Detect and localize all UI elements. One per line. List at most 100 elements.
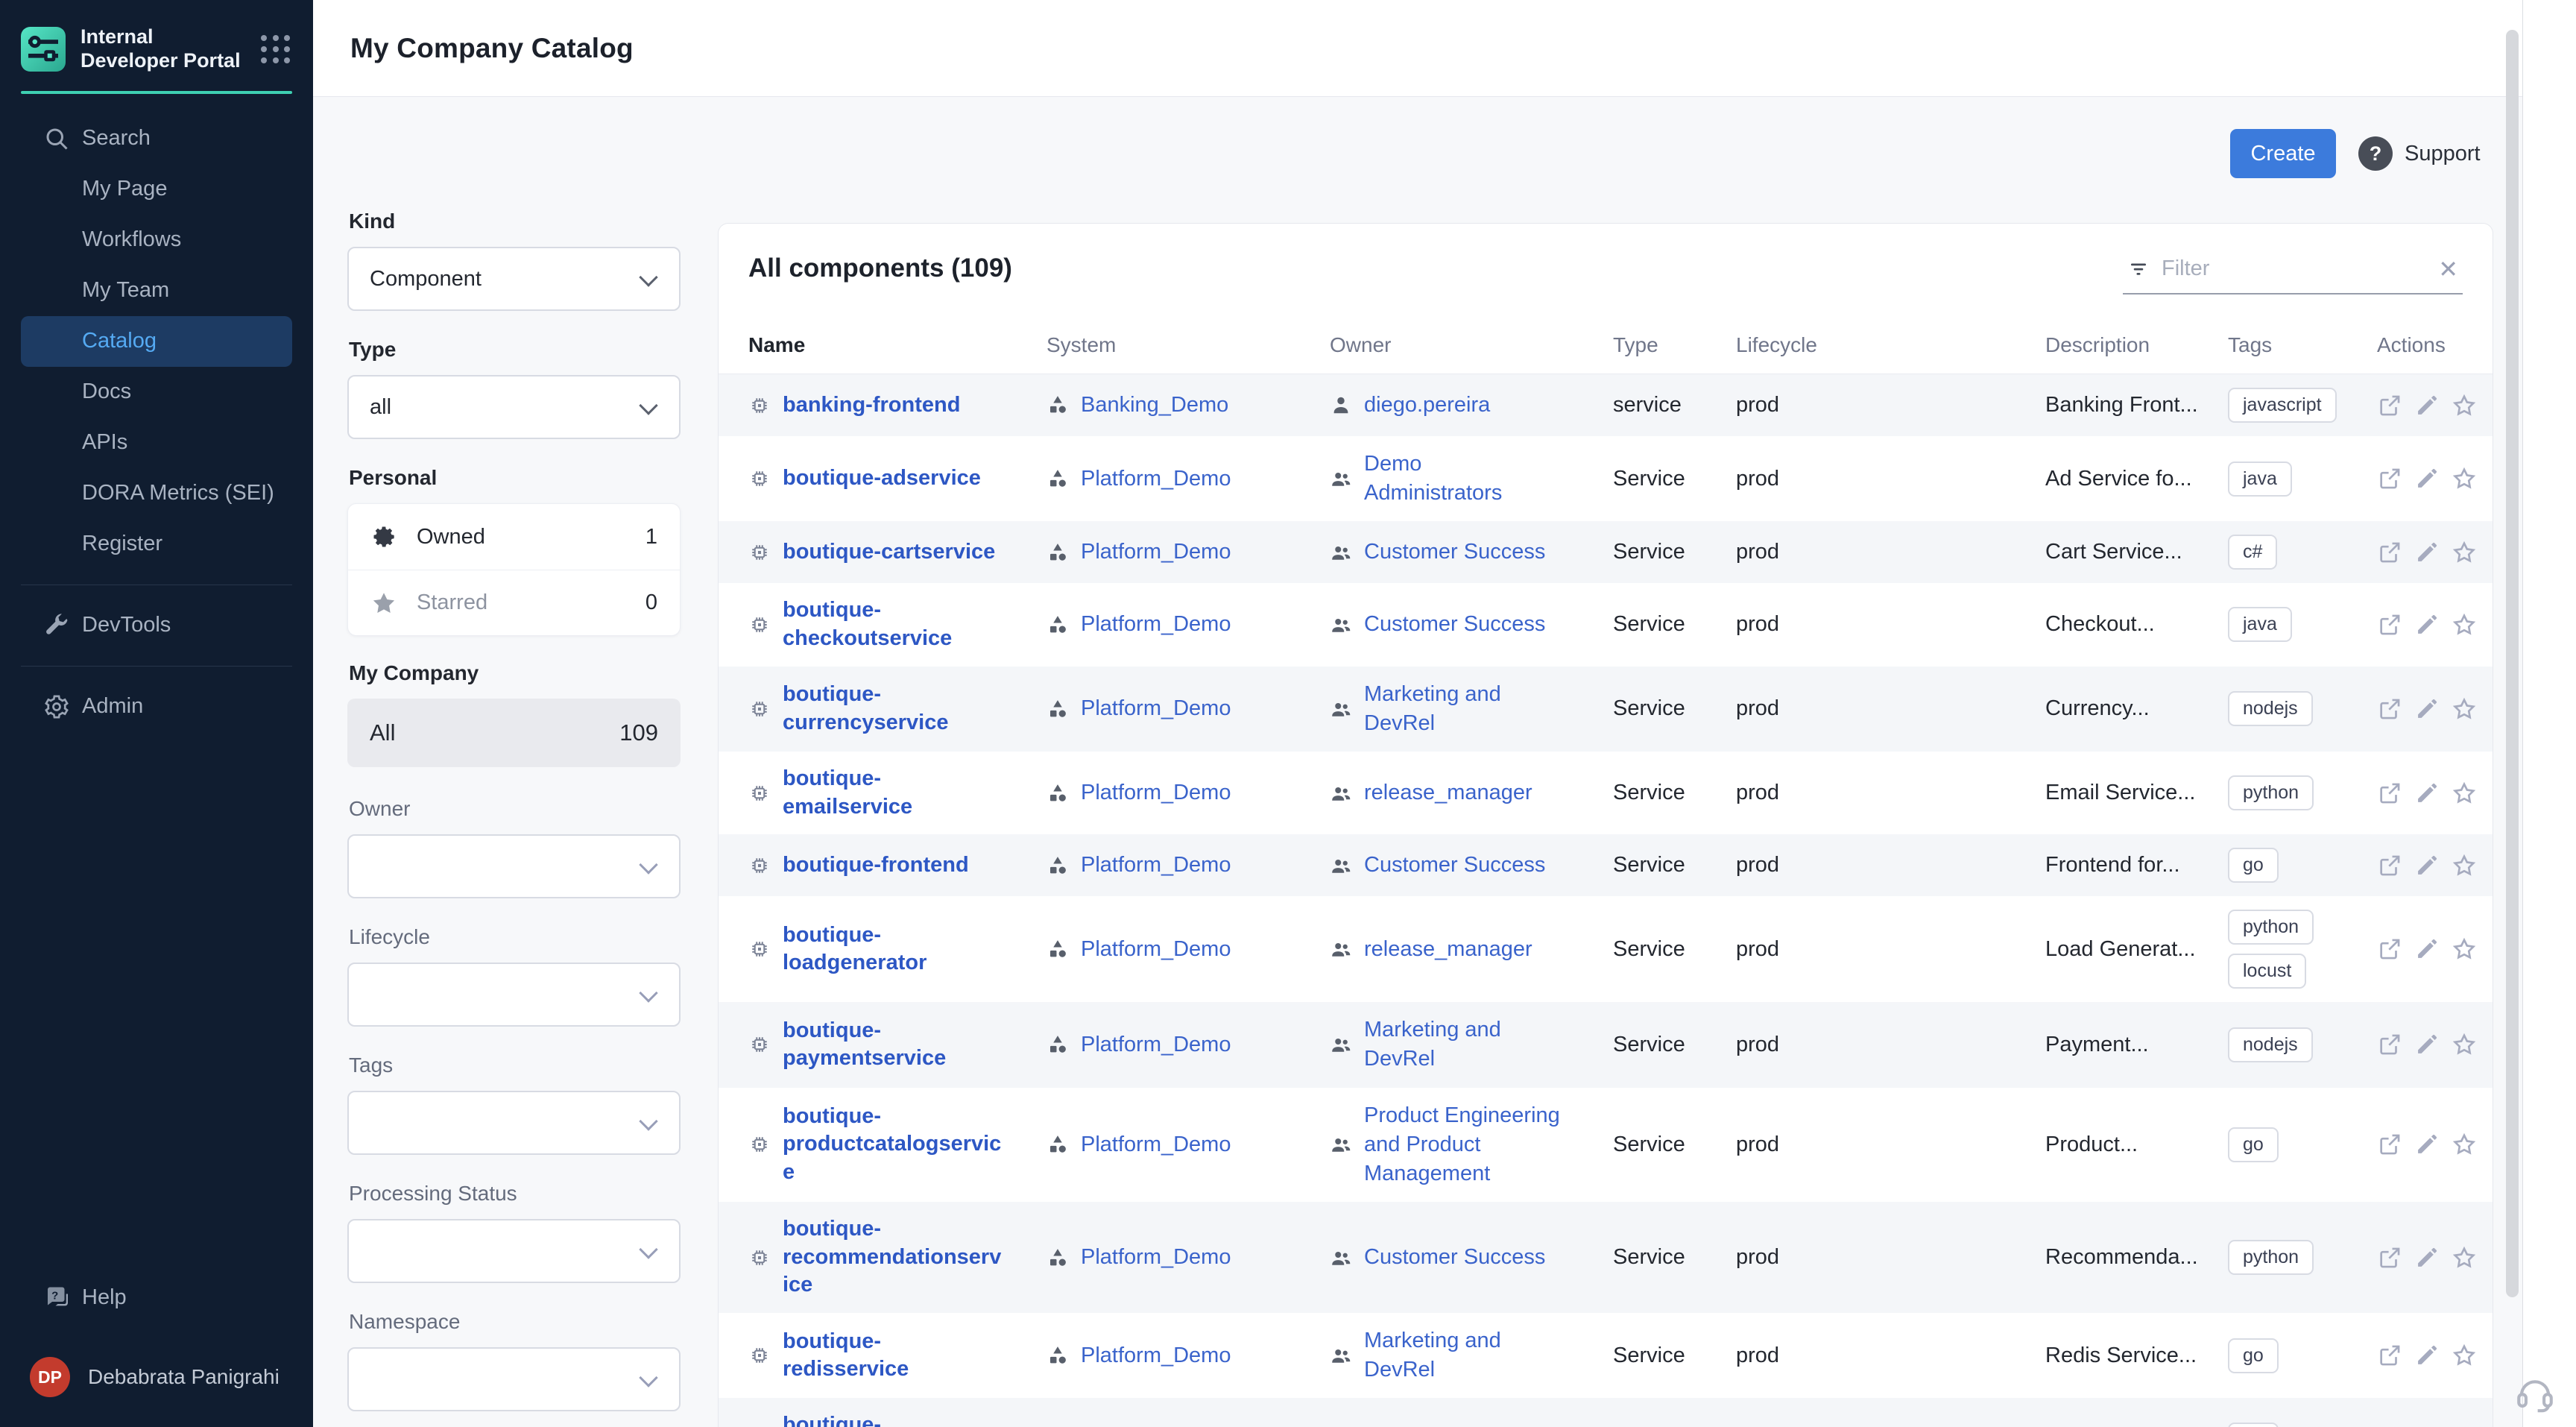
owner-link[interactable]: Product Engineering and Product Manageme… [1364,1101,1561,1188]
system-link[interactable]: Banking_Demo [1081,391,1228,420]
sidebar-item-help[interactable]: ? Help [0,1272,313,1323]
column-header-tags[interactable]: Tags [2228,333,2377,357]
owned-filter-row[interactable]: Owned 1 [348,504,680,570]
owner-link[interactable]: Demo Administrators [1364,450,1561,508]
edit-icon[interactable] [2414,612,2440,637]
starred-filter-row[interactable]: Starred 0 [348,570,680,635]
sidebar-item-workflows[interactable]: Workflows [0,215,313,265]
table-filter-input[interactable]: Filter ✕ [2123,253,2463,294]
edit-icon[interactable] [2414,466,2440,491]
create-button[interactable]: Create [2230,129,2336,178]
sidebar-item-docs[interactable]: Docs [0,367,313,418]
component-name-link[interactable]: boutique-frontend [783,851,969,880]
column-header-lifecycle[interactable]: Lifecycle [1736,333,2045,357]
column-header-name[interactable]: Name [748,333,1046,357]
component-name-link[interactable]: boutique-paymentservice [783,1017,1006,1073]
owner-select[interactable] [347,834,681,898]
edit-icon[interactable] [2414,936,2440,962]
column-header-description[interactable]: Description [2045,333,2228,357]
open-in-new-icon[interactable] [2377,540,2402,565]
sidebar-item-my-page[interactable]: My Page [0,164,313,215]
open-in-new-icon[interactable] [2377,612,2402,637]
open-in-new-icon[interactable] [2377,466,2402,491]
system-link[interactable]: Platform_Demo [1081,694,1231,723]
sidebar-item-search[interactable]: Search [0,113,313,164]
sidebar-item-admin[interactable]: Admin [0,681,313,732]
component-name-link[interactable]: boutique-loadgenerator [783,922,1006,977]
kind-select[interactable]: Component [347,247,681,311]
component-name-link[interactable]: boutique-productcatalogservice [783,1103,1006,1187]
vertical-scrollbar-thumb[interactable] [2506,30,2519,1297]
sidebar-item-catalog[interactable]: Catalog [21,316,292,367]
system-link[interactable]: Platform_Demo [1081,1030,1231,1059]
support-button[interactable]: ? Support [2358,136,2481,171]
sidebar-item-devtools[interactable]: DevTools [0,600,313,651]
sidebar-item-apis[interactable]: APIs [0,418,313,468]
star-icon[interactable] [2452,1132,2477,1157]
star-icon[interactable] [2452,696,2477,722]
edit-icon[interactable] [2414,540,2440,565]
open-in-new-icon[interactable] [2377,696,2402,722]
clear-filter-icon[interactable]: ✕ [2438,257,2458,281]
all-filter-row[interactable]: All 109 [347,699,681,767]
system-link[interactable]: Platform_Demo [1081,464,1231,494]
star-icon[interactable] [2452,781,2477,806]
sidebar-item-my-team[interactable]: My Team [0,265,313,316]
column-header-type[interactable]: Type [1613,333,1736,357]
component-name-link[interactable]: boutique-cartservice [783,538,995,567]
component-name-link[interactable]: boutique-emailservice [783,765,1006,821]
component-name-link[interactable]: boutique-currencyservice [783,681,1006,737]
owner-link[interactable]: release_manager [1364,778,1532,807]
owner-link[interactable]: diego.pereira [1364,391,1490,420]
owner-link[interactable]: Customer Success [1364,851,1545,880]
system-link[interactable]: Platform_Demo [1081,1243,1231,1272]
sidebar-item-dora-metrics[interactable]: DORA Metrics (SEI) [0,468,313,519]
star-icon[interactable] [2452,612,2477,637]
star-icon[interactable] [2452,1032,2477,1057]
owner-link[interactable]: Customer Success [1364,610,1545,639]
star-icon[interactable] [2452,393,2477,418]
owner-link[interactable]: Customer Success [1364,538,1545,567]
open-in-new-icon[interactable] [2377,1132,2402,1157]
user-profile[interactable]: DP Debabrata Panigrahi [0,1342,313,1427]
edit-icon[interactable] [2414,1032,2440,1057]
star-icon[interactable] [2452,1245,2477,1270]
system-link[interactable]: Platform_Demo [1081,778,1231,807]
open-in-new-icon[interactable] [2377,936,2402,962]
owner-link[interactable]: Marketing and DevRel [1364,1015,1561,1074]
component-name-link[interactable]: boutique-adservice [783,464,981,493]
open-in-new-icon[interactable] [2377,1032,2402,1057]
system-link[interactable]: Platform_Demo [1081,935,1231,964]
owner-link[interactable]: release_manager [1364,935,1532,964]
lifecycle-select[interactable] [347,963,681,1027]
system-link[interactable]: Platform_Demo [1081,1130,1231,1159]
star-icon[interactable] [2452,853,2477,878]
open-in-new-icon[interactable] [2377,1245,2402,1270]
star-icon[interactable] [2452,540,2477,565]
edit-icon[interactable] [2414,1245,2440,1270]
system-link[interactable]: Platform_Demo [1081,610,1231,639]
support-headset-icon[interactable] [2513,1372,2557,1415]
component-name-link[interactable]: boutique-checkoutservice [783,596,1006,652]
edit-icon[interactable] [2414,393,2440,418]
system-link[interactable]: Platform_Demo [1081,1341,1231,1370]
component-name-link[interactable]: boutique-shippingservice [783,1411,1006,1427]
tags-select[interactable] [347,1091,681,1155]
owner-link[interactable]: Marketing and DevRel [1364,680,1561,738]
sidebar-item-register[interactable]: Register [0,519,313,570]
star-icon[interactable] [2452,466,2477,491]
column-header-system[interactable]: System [1046,333,1330,357]
edit-icon[interactable] [2414,853,2440,878]
component-name-link[interactable]: boutique-redisservice [783,1328,1006,1384]
namespace-select[interactable] [347,1347,681,1411]
open-in-new-icon[interactable] [2377,393,2402,418]
processing-status-select[interactable] [347,1219,681,1283]
open-in-new-icon[interactable] [2377,781,2402,806]
edit-icon[interactable] [2414,1132,2440,1157]
apps-grid-icon[interactable] [261,35,291,63]
open-in-new-icon[interactable] [2377,853,2402,878]
open-in-new-icon[interactable] [2377,1343,2402,1368]
component-name-link[interactable]: boutique-recommendationservice [783,1215,1006,1300]
system-link[interactable]: Platform_Demo [1081,538,1231,567]
owner-link[interactable]: Customer Success [1364,1243,1545,1272]
